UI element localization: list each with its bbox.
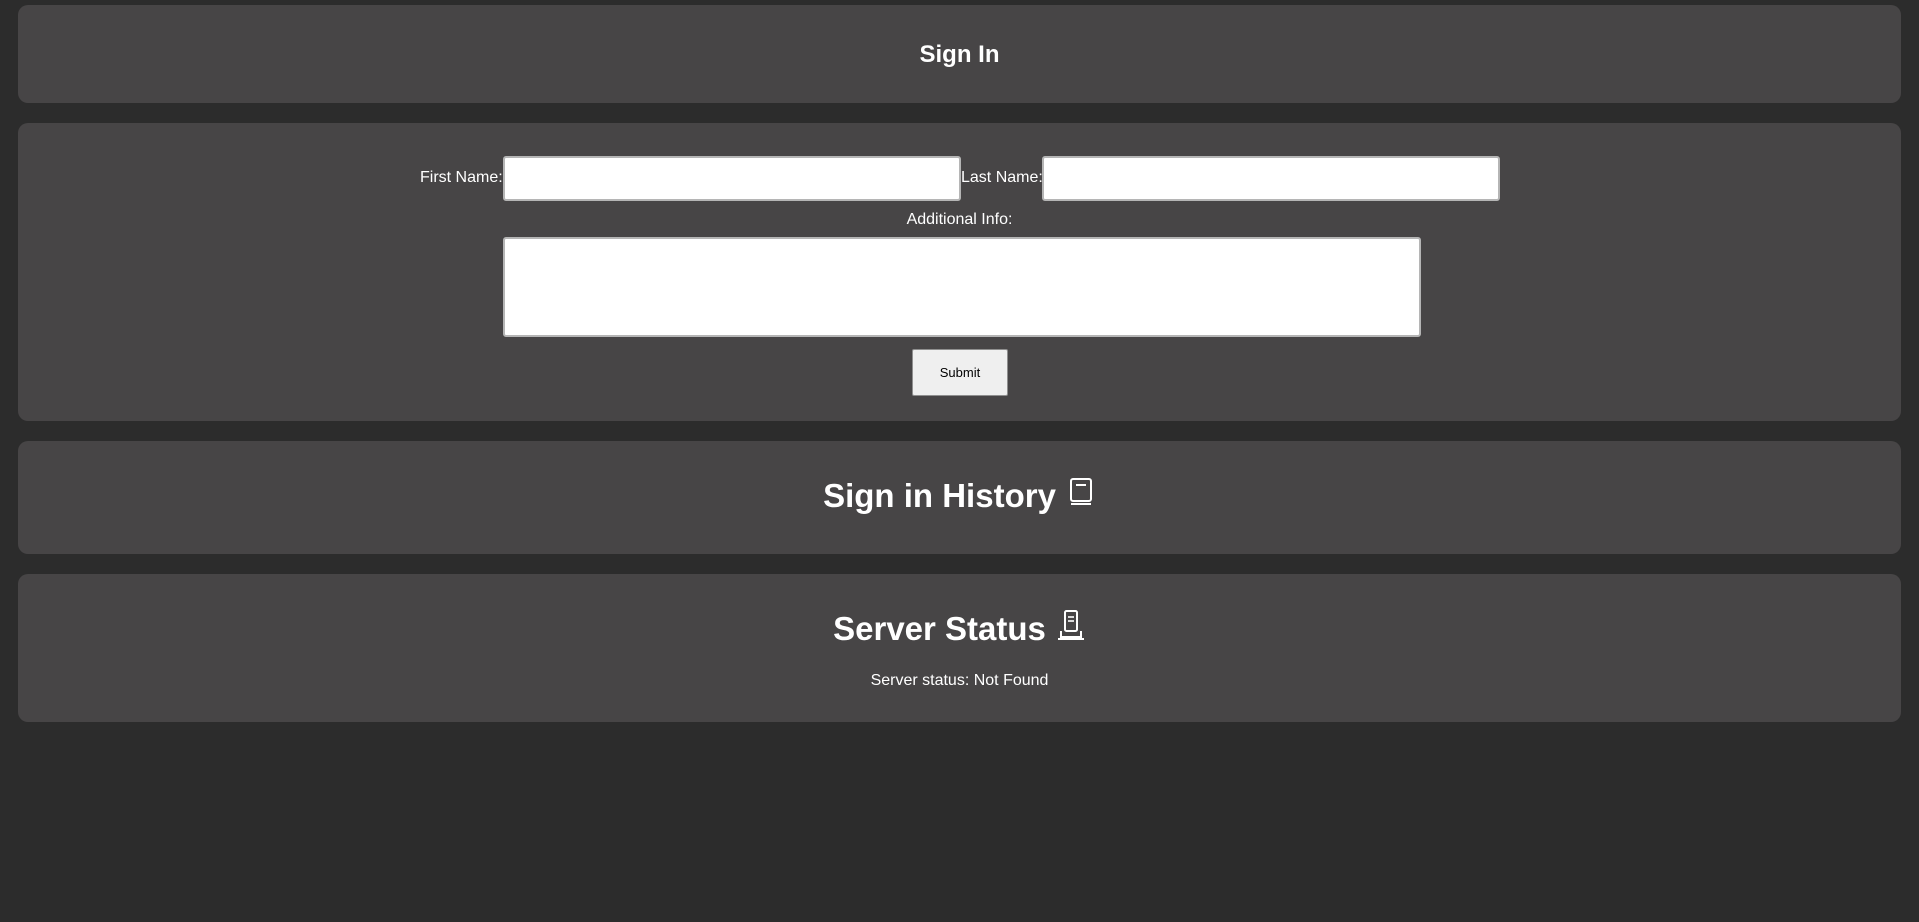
last-name-label: Last Name:	[961, 169, 1043, 186]
sign-in-header-card: Sign In	[18, 5, 1901, 103]
sign-in-history-title: Sign in History	[823, 477, 1056, 514]
server-status-value: Not Found	[973, 672, 1049, 689]
server-status-prefix: Server status:	[870, 672, 974, 689]
first-name-label: First Name:	[420, 169, 503, 186]
server-icon	[1056, 609, 1086, 641]
server-status-text: Server status: Not Found	[18, 672, 1901, 690]
sign-in-history-heading: Sign in History	[18, 477, 1901, 515]
sign-in-form-card: First Name: Last Name: Additional Info: …	[18, 123, 1901, 421]
submit-button[interactable]: Submit	[912, 349, 1008, 396]
server-status-title: Server Status	[833, 610, 1046, 647]
additional-info-textarea[interactable]	[503, 237, 1421, 337]
sign-in-history-card: Sign in History	[18, 441, 1901, 554]
sign-in-title: Sign In	[919, 41, 1000, 68]
server-status-heading: Server Status	[18, 610, 1901, 648]
server-status-card: Server Status Server status: Not Found	[18, 574, 1901, 722]
book-icon	[1066, 476, 1096, 508]
last-name-input[interactable]	[1042, 156, 1500, 201]
first-name-input[interactable]	[503, 156, 961, 201]
additional-info-label: Additional Info:	[906, 211, 1013, 228]
